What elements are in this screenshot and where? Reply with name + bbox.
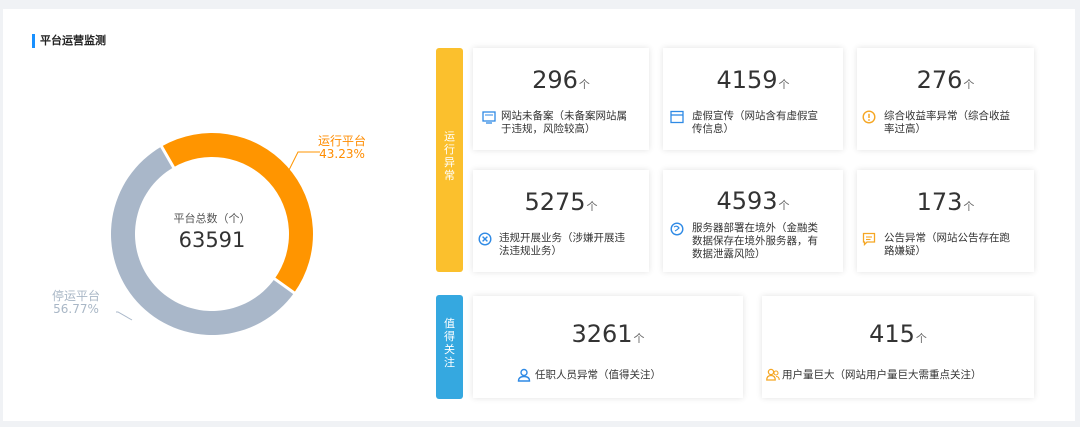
desc-line: 任职人员异常（值得关注） <box>535 369 661 381</box>
card-value: 5275个 <box>473 188 649 221</box>
card-illegal-business[interactable]: 5275个 违规开展业务（涉嫌开展违 法违规业务） <box>473 170 649 272</box>
card-number: 4159 <box>716 66 778 94</box>
stopped-leader-line <box>116 311 133 321</box>
card-staff-anomaly[interactable]: 3261个 任职人员异常（值得关注） <box>473 296 743 398</box>
card-value: 276个 <box>857 66 1034 99</box>
desc-line: 法违规业务） <box>499 245 562 257</box>
desc-line: 用户量巨大（网站用户量巨大需重点关注） <box>782 369 982 381</box>
desc-line: 网站未备案（未备案网站属 <box>501 110 627 122</box>
card-unit: 个 <box>578 78 590 91</box>
card-number: 3261 <box>571 320 633 348</box>
warning-icon <box>862 110 876 124</box>
tab-worth-attention[interactable]: 值 得 关 注 <box>436 295 463 399</box>
card-desc: 用户量巨大（网站用户量巨大需重点关注） <box>782 369 982 382</box>
tab-operation-anomaly[interactable]: 运 行 异 常 <box>436 48 463 272</box>
running-label: 运行平台 43.23% <box>318 135 366 161</box>
card-desc: 服务器部署在境外（金融类 数据保存在境外服务器，有 数据泄露风险） <box>692 222 818 261</box>
tab-char: 得 <box>444 330 455 343</box>
desc-line: 率过高） <box>884 123 926 135</box>
desc-line: 服务器部署在境外（金融类 <box>692 222 818 234</box>
platform-donut-chart: 平台总数（个） 63591 运行平台 43.23% 停运平台 56.77% <box>40 100 420 360</box>
card-unit: 个 <box>963 200 975 213</box>
desc-line: 数据泄露风险） <box>692 248 766 260</box>
card-number: 173 <box>916 188 963 216</box>
desc-line: 公告异常（网站公告存在跑 <box>884 232 1010 244</box>
desc-line: 数据保存在境外服务器，有 <box>692 235 818 247</box>
donut-center-label: 平台总数（个） <box>173 212 251 225</box>
desc-line: 于违规，风险较高） <box>501 123 596 135</box>
desc-line: 违规开展业务（涉嫌开展违 <box>499 232 625 244</box>
running-label-percent: 43.23% <box>319 147 365 161</box>
card-desc: 违规开展业务（涉嫌开展违 法违规业务） <box>499 232 625 258</box>
tab-char: 注 <box>444 356 455 369</box>
card-desc: 虚假宣传（网站含有虚假宣 传信息） <box>692 110 818 136</box>
desc-line: 综合收益率异常（综合收益 <box>884 110 1010 122</box>
card-number: 296 <box>532 66 578 94</box>
card-number: 276 <box>916 66 963 94</box>
card-notice-anomaly[interactable]: 173个 公告异常（网站公告存在跑 路嫌疑） <box>857 170 1034 272</box>
desc-line: 传信息） <box>692 123 734 135</box>
card-number: 415 <box>869 320 915 348</box>
card-huge-user-base[interactable]: 415个 用户量巨大（网站用户量巨大需重点关注） <box>762 296 1034 398</box>
card-unit: 个 <box>633 332 645 345</box>
person-icon <box>517 368 531 382</box>
tab-char: 运 <box>444 130 455 143</box>
card-value: 4159个 <box>663 66 843 99</box>
globe-icon <box>670 222 684 236</box>
card-unregistered-site[interactable]: 296个 网站未备案（未备案网站属 于违规，风险较高） <box>473 48 649 150</box>
card-desc: 综合收益率异常（综合收益 率过高） <box>884 110 1010 136</box>
desc-line: 虚假宣传（网站含有虚假宣 <box>692 110 818 122</box>
monitor-icon <box>482 111 496 124</box>
card-value: 3261个 <box>473 320 743 353</box>
card-desc: 任职人员异常（值得关注） <box>535 369 661 382</box>
card-unit: 个 <box>915 332 927 345</box>
desc-line: 路嫌疑） <box>884 245 926 257</box>
card-unit: 个 <box>586 200 598 213</box>
card-unit: 个 <box>963 78 975 91</box>
card-value: 415个 <box>762 320 1034 353</box>
card-number: 4593 <box>716 187 778 215</box>
card-return-rate-anomaly[interactable]: 276个 综合收益率异常（综合收益 率过高） <box>857 48 1034 150</box>
tab-char: 值 <box>444 317 455 330</box>
tab-char: 关 <box>444 343 455 356</box>
card-server-abroad[interactable]: 4593个 服务器部署在境外（金融类 数据保存在境外服务器，有 数据泄露风险） <box>663 170 843 272</box>
card-desc: 网站未备案（未备案网站属 于违规，风险较高） <box>501 110 627 136</box>
stopped-label-percent: 56.77% <box>53 302 99 316</box>
cross-circle-icon <box>478 232 492 246</box>
card-unit: 个 <box>778 199 790 212</box>
card-value: 4593个 <box>663 187 843 220</box>
card-unit: 个 <box>778 78 790 91</box>
tab-char: 行 <box>444 143 455 156</box>
card-false-advertising[interactable]: 4159个 虚假宣传（网站含有虚假宣 传信息） <box>663 48 843 150</box>
section-title: 平台运营监测 <box>32 34 106 48</box>
card-value: 296个 <box>473 66 649 99</box>
notice-icon <box>862 232 876 246</box>
card-desc: 公告异常（网站公告存在跑 路嫌疑） <box>884 232 1010 258</box>
tab-char: 常 <box>444 169 455 182</box>
users-icon <box>766 368 780 381</box>
window-icon <box>670 110 684 124</box>
card-number: 5275 <box>524 188 586 216</box>
donut-center-value: 63591 <box>178 228 246 252</box>
card-value: 173个 <box>857 188 1034 221</box>
tab-char: 异 <box>444 156 455 169</box>
stopped-label: 停运平台 56.77% <box>52 290 100 316</box>
